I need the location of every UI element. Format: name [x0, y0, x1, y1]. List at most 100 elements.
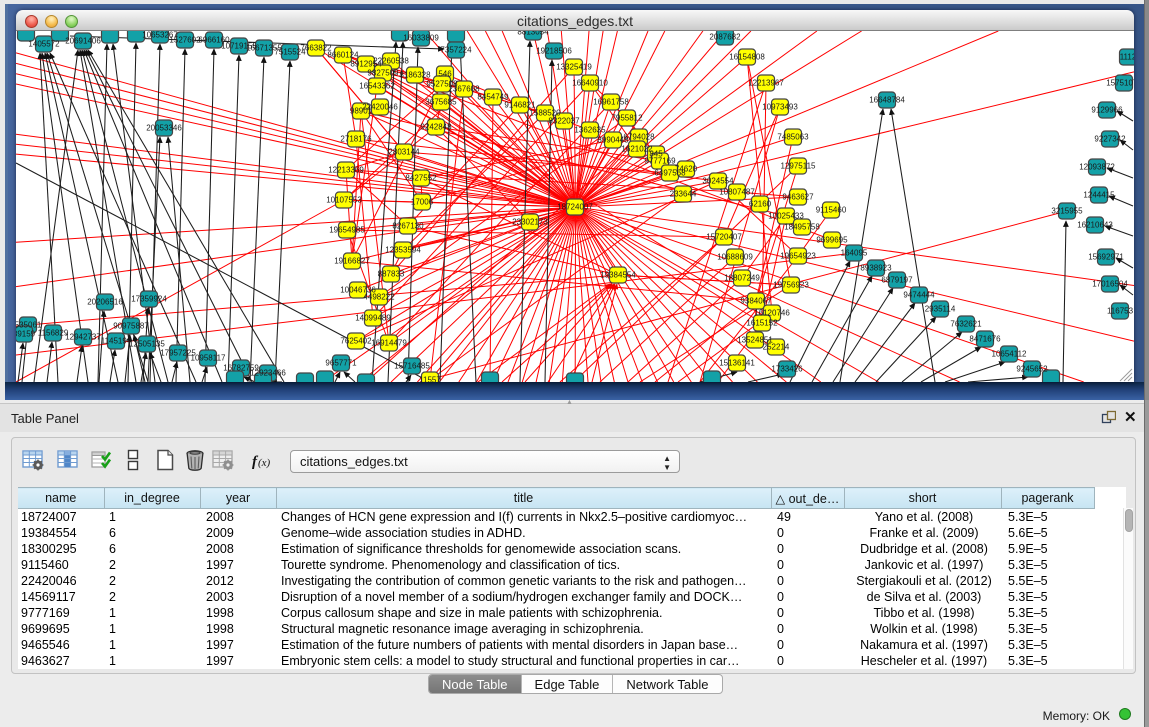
svg-text:62160: 62160: [749, 200, 772, 209]
svg-text:15720407: 15720407: [706, 233, 742, 242]
svg-text:19654985: 19654985: [329, 226, 365, 235]
svg-text:10807487: 10807487: [719, 188, 755, 197]
svg-text:7632621: 7632621: [950, 320, 982, 329]
svg-text:12213369: 12213369: [328, 166, 364, 175]
svg-text:12353594: 12353594: [385, 246, 421, 255]
svg-text:15136141: 15136141: [719, 359, 755, 368]
svg-text:9657771: 9657771: [325, 359, 357, 368]
svg-text:11557: 11557: [419, 376, 441, 383]
svg-text:16120746: 16120746: [754, 309, 790, 318]
svg-text:2803144: 2803144: [388, 148, 420, 157]
svg-text:252214: 252214: [763, 343, 790, 352]
svg-text:1405572: 1405572: [28, 40, 60, 49]
svg-text:10654112: 10654112: [992, 350, 1028, 359]
svg-text:2935114: 2935114: [925, 305, 956, 314]
svg-text:19218506: 19218506: [536, 47, 572, 56]
svg-text:164095: 164095: [841, 249, 868, 258]
svg-text:3024554: 3024554: [702, 177, 734, 186]
svg-text:15692971: 15692971: [1088, 253, 1124, 262]
svg-text:9115460: 9115460: [816, 206, 847, 215]
svg-text:116753: 116753: [1107, 307, 1134, 316]
svg-text:98901: 98901: [350, 107, 373, 116]
svg-text:12505135: 12505135: [129, 340, 165, 349]
svg-text:8660124: 8660124: [327, 51, 359, 60]
svg-text:1362635: 1362635: [574, 126, 606, 135]
svg-text:20053346: 20053346: [146, 124, 182, 133]
svg-text:8322037: 8322037: [548, 117, 580, 126]
svg-text:9474444: 9474444: [903, 291, 935, 300]
svg-text:7625402: 7625402: [340, 337, 372, 346]
svg-text:8267130: 8267130: [392, 222, 424, 231]
svg-text:887833: 887833: [378, 270, 405, 279]
svg-text:8471676: 8471676: [969, 335, 1001, 344]
svg-text:10688609: 10688609: [717, 253, 753, 262]
svg-text:39159: 39159: [16, 330, 36, 339]
svg-text:15716485: 15716485: [394, 362, 430, 371]
svg-text:18724007: 18724007: [557, 203, 593, 212]
svg-text:1733426: 1733426: [771, 365, 803, 374]
svg-text:9245652: 9245652: [1016, 365, 1048, 374]
svg-text:8813054: 8813054: [517, 31, 549, 37]
svg-text:12975115: 12975115: [781, 162, 817, 171]
svg-text:12213967: 12213967: [748, 79, 784, 88]
svg-text:14099489: 14099489: [355, 314, 391, 323]
svg-text:7357224: 7357224: [440, 46, 472, 55]
svg-text:19384554: 19384554: [600, 271, 636, 280]
svg-text:19654923: 19654923: [780, 252, 816, 261]
svg-text:6879197: 6879197: [881, 276, 913, 285]
svg-text:2367608: 2367608: [448, 85, 480, 94]
svg-text:10025433: 10025433: [768, 212, 804, 221]
svg-text:1244415: 1244415: [1083, 191, 1115, 200]
svg-text:20691406: 20691406: [65, 37, 101, 46]
svg-text:19166827: 19166827: [334, 257, 370, 266]
svg-text:1527602: 1527602: [169, 36, 201, 45]
svg-text:10958117: 10958117: [191, 354, 227, 363]
svg-text:9242848: 9242848: [420, 123, 452, 132]
svg-text:2718176: 2718176: [340, 135, 372, 144]
svg-text:9227342: 9227342: [1094, 135, 1126, 144]
svg-text:3675685: 3675685: [425, 98, 457, 107]
svg-text:8427552: 8427552: [405, 174, 437, 183]
svg-text:9777169: 9777169: [644, 157, 676, 166]
svg-text:9827509: 9827509: [367, 69, 399, 78]
svg-text:10973493: 10973493: [762, 103, 798, 112]
svg-text:233644: 233644: [670, 190, 697, 199]
svg-text:546: 546: [438, 70, 452, 79]
svg-text:9699695: 9699695: [816, 236, 848, 245]
svg-text:8938923: 8938923: [860, 264, 892, 273]
svg-text:1156829: 1156829: [38, 329, 69, 338]
svg-text:1112: 1112: [1120, 53, 1134, 62]
svg-text:7955812: 7955812: [611, 114, 643, 123]
svg-text:17006: 17006: [411, 198, 434, 207]
svg-text:16640910: 16640910: [572, 79, 608, 88]
svg-text:12923466: 12923466: [250, 369, 286, 378]
svg-text:(x): (x): [258, 457, 271, 469]
svg-text:19756923: 19756923: [773, 281, 809, 290]
svg-text:16648784: 16648784: [869, 96, 905, 105]
svg-text:18495758: 18495758: [784, 223, 820, 232]
svg-text:3215955: 3215955: [1051, 207, 1083, 216]
svg-text:23302173: 23302173: [512, 218, 548, 227]
svg-text:10107553: 10107553: [326, 196, 362, 205]
svg-text:16961758: 16961758: [593, 98, 629, 107]
svg-text:12093872: 12093872: [1079, 163, 1115, 172]
svg-text:17016504: 17016504: [1092, 280, 1128, 289]
svg-text:16210643: 16210643: [1077, 221, 1113, 230]
svg-text:16154808: 16154808: [729, 53, 765, 62]
svg-text:9384067: 9384067: [740, 297, 772, 306]
svg-text:9129966: 9129966: [1091, 106, 1123, 115]
svg-text:13325419: 13325419: [556, 63, 592, 72]
svg-text:22260538: 22260538: [373, 57, 409, 66]
svg-text:4498222: 4498222: [363, 293, 395, 302]
svg-text:18807249: 18807249: [724, 274, 760, 283]
svg-text:20206516: 20206516: [87, 298, 123, 307]
svg-text:16033809: 16033809: [403, 34, 439, 43]
svg-text:8186328: 8186328: [399, 71, 431, 80]
svg-text:1145194: 1145194: [101, 337, 132, 346]
svg-text:74620: 74620: [675, 165, 698, 174]
svg-text:2087682: 2087682: [709, 33, 741, 42]
svg-text:16543362: 16543362: [359, 82, 395, 91]
svg-text:9463627: 9463627: [782, 193, 814, 202]
svg-text:15751074: 15751074: [1106, 79, 1134, 88]
svg-text:16914479: 16914479: [371, 339, 407, 348]
